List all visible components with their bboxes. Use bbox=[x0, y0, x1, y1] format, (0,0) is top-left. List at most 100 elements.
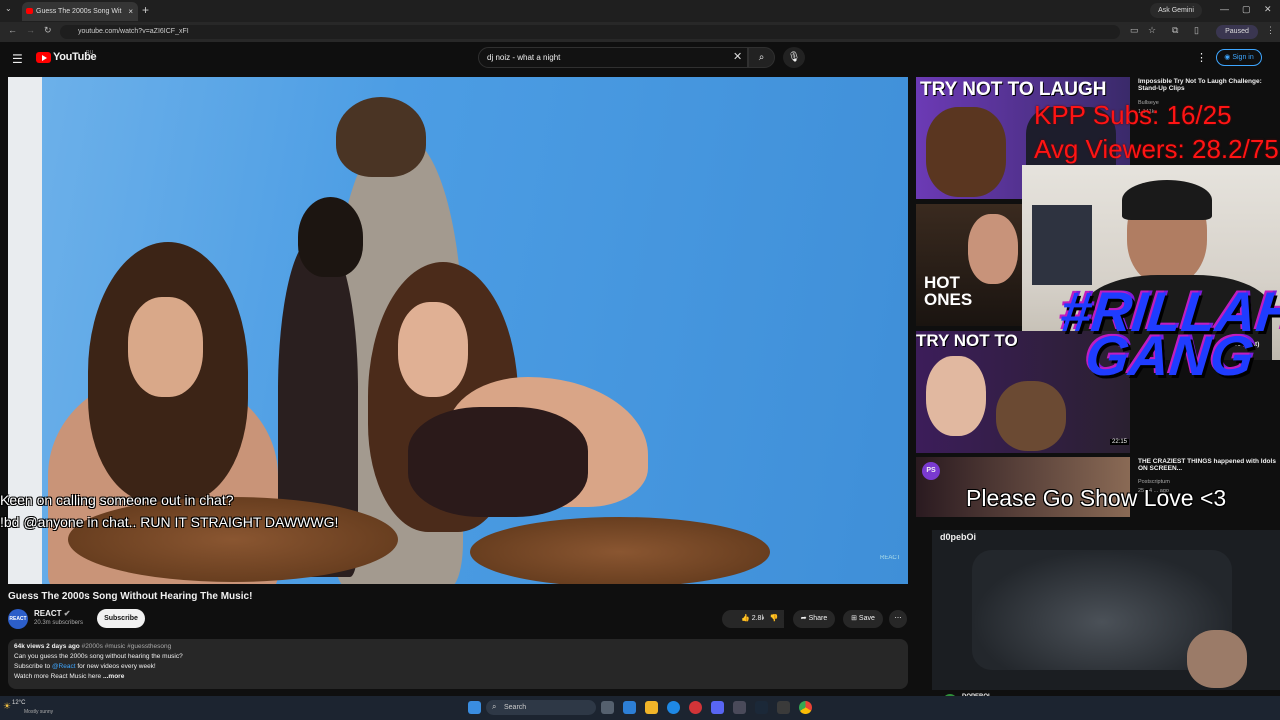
tab-title: Guess The 2000s Song Wit bbox=[36, 8, 122, 15]
channel-avatar[interactable]: REACT bbox=[8, 609, 28, 629]
table-left bbox=[68, 497, 398, 582]
profile-paused-button[interactable]: Paused bbox=[1216, 25, 1258, 39]
app-dark-icon[interactable] bbox=[733, 701, 746, 714]
desc-more-link[interactable]: ...more bbox=[103, 673, 124, 680]
cast-icon[interactable]: ▭ bbox=[1130, 25, 1139, 36]
sign-in-button[interactable]: ◉ Sign in bbox=[1216, 49, 1262, 66]
youtube-country-code: RU bbox=[86, 50, 94, 56]
youtube-logo-icon[interactable] bbox=[36, 52, 51, 63]
copilot-icon[interactable] bbox=[623, 701, 636, 714]
windows-start-icon[interactable] bbox=[468, 701, 481, 714]
bookmark-star-icon[interactable]: ☆ bbox=[1148, 25, 1156, 36]
desc-line-3: Watch more React Music here bbox=[14, 673, 102, 680]
browser-menu-icon[interactable]: ⋮ bbox=[1266, 25, 1275, 36]
kpp-subs-overlay: KPP Subs: 16/25 bbox=[1034, 100, 1232, 130]
more-actions-icon[interactable]: ⋯ bbox=[889, 610, 907, 628]
app-red-icon[interactable] bbox=[689, 701, 702, 714]
desc-stats: 64k views 2 days ago bbox=[14, 643, 80, 650]
weather-desc: Mostly sunny bbox=[24, 709, 54, 715]
search-input[interactable]: dj noiz - what a night bbox=[478, 47, 748, 68]
person-woman-middle-hair bbox=[298, 197, 363, 277]
chat-overlay-line-1: Keen on calling someone out in chat? bbox=[0, 492, 234, 508]
sidebar-title-4[interactable]: THE CRAZIEST THINGS happened with Idols … bbox=[1138, 458, 1278, 472]
ask-gemini-button[interactable]: Ask Gemini bbox=[1150, 3, 1202, 18]
extensions-icon[interactable]: ⧉ bbox=[1172, 25, 1178, 36]
save-icon: ⊞ bbox=[851, 615, 859, 622]
minimize-button[interactable]: — bbox=[1220, 4, 1229, 14]
video-description[interactable]: 64k views 2 days ago #2000s #music #gues… bbox=[8, 639, 908, 689]
new-tab-button[interactable]: + bbox=[142, 3, 149, 17]
windows-taskbar bbox=[0, 696, 1280, 720]
clear-search-icon[interactable]: ✕ bbox=[733, 50, 742, 63]
youtube-favicon-icon bbox=[26, 8, 33, 14]
stream-embed-panel: d0pebOi bbox=[932, 530, 1280, 690]
like-count: 2.8k bbox=[751, 615, 765, 622]
task-view-icon[interactable] bbox=[601, 701, 614, 714]
thumb-3-face-2 bbox=[996, 381, 1066, 451]
search-icon: ⌕ bbox=[758, 52, 765, 63]
tab-close-icon[interactable]: × bbox=[128, 2, 133, 21]
channel-name[interactable]: REACT ✔ bbox=[34, 609, 71, 618]
desc-tags[interactable]: #2000s #music #guessthesong bbox=[82, 643, 172, 650]
maximize-button[interactable]: ▢ bbox=[1242, 4, 1251, 15]
taskbar-search-icon: ⌕ bbox=[492, 702, 497, 711]
back-icon[interactable]: ← bbox=[8, 25, 17, 35]
thumbs-up-icon: 👍 bbox=[741, 615, 752, 622]
close-window-button[interactable]: ✕ bbox=[1264, 4, 1272, 15]
subscribe-button[interactable]: Subscribe bbox=[97, 609, 145, 628]
desc-line-1: Can you guess the 2000s song without hea… bbox=[14, 653, 183, 660]
obs-icon[interactable] bbox=[777, 701, 790, 714]
share-button[interactable]: ➦ Share bbox=[793, 610, 835, 628]
thumbs-down-icon: 👎 bbox=[769, 615, 779, 622]
tab-search-icon[interactable]: ⌄ bbox=[5, 4, 12, 13]
thumb-2-face bbox=[968, 214, 1018, 284]
save-button[interactable]: ⊞ Save bbox=[843, 610, 883, 628]
mini-webcam-face bbox=[1187, 630, 1247, 688]
chrome-icon[interactable] bbox=[799, 701, 812, 714]
forward-icon[interactable]: → bbox=[26, 25, 35, 35]
taskbar-search-label: Search bbox=[504, 704, 527, 711]
settings-menu-icon[interactable]: ⋮ bbox=[1196, 51, 1207, 64]
weather-sun-icon: ☀ bbox=[3, 701, 12, 711]
stream-name: d0pebOi bbox=[940, 532, 977, 542]
rillah-gang-logo: #RILLAH GANG bbox=[1053, 280, 1280, 387]
avg-viewers-overlay: Avg Viewers: 28.2/75 bbox=[1034, 134, 1279, 164]
discord-icon[interactable] bbox=[711, 701, 724, 714]
save-label: Save bbox=[858, 615, 875, 622]
person-woman-left-face bbox=[128, 297, 203, 397]
sidebar-thumb-2[interactable]: HOT ONES bbox=[916, 204, 1026, 326]
desc-line-2-prefix: Subscribe to bbox=[14, 663, 52, 670]
dislike-button[interactable]: 👎 bbox=[764, 610, 784, 628]
thumb-4-logo: PS bbox=[922, 462, 940, 480]
browser-tab-bar bbox=[0, 0, 1280, 22]
share-icon: ➦ bbox=[800, 615, 809, 622]
reload-icon[interactable]: ↻ bbox=[44, 25, 52, 36]
desc-channel-link[interactable]: @React bbox=[52, 663, 76, 670]
please-show-love-overlay: Please Go Show Love <3 bbox=[966, 485, 1227, 511]
desc-line-2-suffix: for new videos every week! bbox=[75, 663, 156, 670]
browser-tab[interactable]: Guess The 2000s Song Wit × bbox=[22, 2, 138, 21]
weather-temp[interactable]: 12°C bbox=[12, 700, 25, 706]
file-explorer-icon[interactable] bbox=[645, 701, 658, 714]
react-watermark: REACT bbox=[880, 555, 901, 561]
sign-in-label: Sign in bbox=[1232, 54, 1254, 61]
rillah-gang-line-2: GANG bbox=[1082, 324, 1258, 387]
steam-icon[interactable] bbox=[755, 701, 768, 714]
search-button[interactable]: ⌕ bbox=[748, 47, 775, 68]
sidepanel-icon[interactable]: ▯ bbox=[1194, 25, 1199, 36]
chat-overlay-line-2: !bd @anyone in chat.. RUN IT STRAIGHT DA… bbox=[0, 514, 339, 530]
sidebar-title-1[interactable]: Impossible Try Not To Laugh Challenge: S… bbox=[1138, 78, 1278, 92]
subscriber-count: 20.3m subscribers bbox=[34, 620, 84, 626]
voice-search-button[interactable]: 🎙 bbox=[783, 47, 805, 68]
thumb-3-duration: 22:15 bbox=[1110, 439, 1130, 445]
edge-icon[interactable] bbox=[667, 701, 680, 714]
menu-hamburger-icon[interactable]: ☰ bbox=[12, 52, 23, 66]
person-man-hair bbox=[336, 97, 426, 177]
url-field[interactable]: youtube.com/watch?v=aZI6ICF_xFI bbox=[60, 25, 1120, 39]
person-woman-front-face bbox=[398, 302, 468, 397]
thumb-1-text: TRY NOT TO LAUGH bbox=[920, 79, 1107, 100]
thumb-2-text: HOT ONES bbox=[924, 273, 973, 309]
table-right bbox=[470, 517, 770, 584]
webcam-beanie bbox=[1122, 180, 1212, 220]
taskbar-search[interactable]: Search bbox=[486, 700, 596, 715]
